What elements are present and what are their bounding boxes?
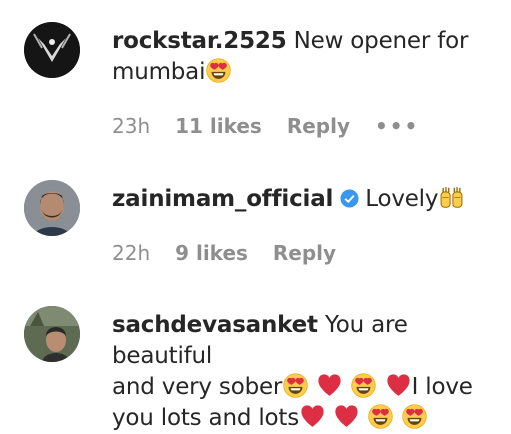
comment-text: zainimam_official Lovely: [112, 184, 497, 215]
heart-eyes-emoji: [368, 404, 393, 429]
comment-text: sachdevasanket You are beautiful and ver…: [112, 310, 497, 434]
comment-line: mumbai: [112, 59, 206, 85]
comment-meta: 22h 9 likes Reply: [112, 241, 354, 265]
comment-text: rockstar.2525 New opener for mumbai: [112, 26, 497, 88]
avatar-image: [24, 22, 80, 78]
username[interactable]: zainimam_official: [112, 186, 333, 212]
avatar[interactable]: [24, 180, 80, 236]
avatar[interactable]: [24, 22, 80, 78]
raising-hands-emoji: [439, 185, 464, 210]
red-heart-emoji: [334, 404, 359, 429]
verified-badge-icon: [340, 189, 359, 208]
avatar-image: [24, 180, 80, 236]
red-heart-emoji: [300, 404, 325, 429]
timestamp: 22h: [112, 241, 151, 265]
heart-eyes-emoji: [402, 404, 427, 429]
username[interactable]: rockstar.2525: [112, 28, 287, 54]
reply-button[interactable]: Reply: [287, 114, 350, 138]
comment-meta: 23h 11 likes Reply •••: [112, 114, 437, 138]
likes-count[interactable]: 9 likes: [175, 241, 248, 265]
timestamp: 23h: [112, 114, 151, 138]
comment-line: Lovely: [365, 186, 439, 212]
likes-count[interactable]: 11 likes: [175, 114, 262, 138]
red-heart-emoji: [317, 373, 342, 398]
avatar[interactable]: [24, 306, 80, 362]
reply-button[interactable]: Reply: [273, 241, 336, 265]
more-options-icon[interactable]: •••: [375, 114, 419, 138]
username[interactable]: sachdevasanket: [112, 312, 318, 338]
heart-eyes-emoji: [206, 58, 231, 83]
comment-line: and very sober: [112, 374, 283, 400]
comment-line: you lots and lots: [112, 405, 299, 431]
heart-eyes-emoji: [283, 373, 308, 398]
comment-line: New opener for: [293, 28, 469, 54]
avatar-image: [24, 306, 80, 362]
heart-eyes-emoji: [351, 373, 376, 398]
red-heart-emoji: [386, 373, 411, 398]
comment-line: I love: [411, 374, 473, 400]
